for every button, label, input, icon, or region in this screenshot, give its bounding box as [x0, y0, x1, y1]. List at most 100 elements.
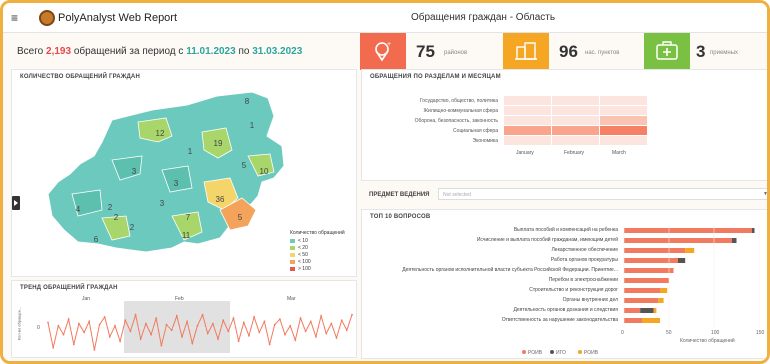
trend-point — [284, 333, 286, 336]
summary-date-to: 31.03.2023 — [252, 46, 303, 57]
trend-point — [237, 340, 240, 343]
kpi-settlements-label: нас. пунктов — [585, 50, 620, 56]
heatmap-cell[interactable] — [552, 126, 599, 135]
chevron-down-icon[interactable]: ▼ — [763, 191, 767, 197]
summary-middle: обращений за период с — [73, 46, 184, 57]
trend-point — [52, 346, 55, 349]
top10-item-label: Деятельность органов исполнительной влас… — [402, 267, 618, 273]
legend-swatch — [290, 252, 295, 257]
hamburger-menu-icon[interactable]: ≡ — [11, 12, 18, 24]
heatmap-cell[interactable] — [600, 106, 647, 115]
trend-point — [279, 318, 281, 321]
district-value-label: 3 — [160, 199, 165, 208]
heatmap-cell[interactable] — [552, 116, 599, 125]
trend-month-mar: Mar — [287, 296, 296, 302]
trend-point — [129, 330, 132, 333]
top10-bar-segment[interactable] — [678, 258, 686, 263]
trend-point — [206, 332, 209, 335]
trend-point — [145, 322, 147, 325]
district-value-label: 11 — [182, 231, 191, 240]
top10-x-tick: 50 — [666, 330, 672, 336]
top10-bar-segment[interactable] — [624, 288, 660, 293]
legend-label: < 50 — [298, 252, 308, 258]
trend-point — [98, 323, 101, 326]
heatmap-cell[interactable] — [600, 136, 647, 145]
heatmap-cell[interactable] — [600, 96, 647, 105]
trend-point — [83, 331, 85, 334]
top10-bar-segment[interactable] — [624, 298, 659, 303]
top10-bar-segment[interactable] — [624, 248, 686, 253]
top10-bar-segment[interactable] — [624, 308, 641, 313]
top10-bar-segment[interactable] — [751, 228, 755, 233]
trend-point — [222, 319, 225, 322]
trend-point — [212, 322, 214, 325]
map-legend-item: < 10 — [290, 238, 308, 244]
district-value-label: 1 — [188, 147, 193, 156]
expand-panel-tab[interactable] — [12, 196, 20, 210]
trend-point — [165, 323, 168, 326]
top10-bar-segment[interactable] — [624, 258, 678, 263]
heatmap-chart — [504, 96, 647, 145]
district-value-label: 3 — [174, 179, 179, 188]
legend-label: РОИВ — [584, 350, 599, 356]
legend-swatch — [290, 259, 295, 264]
heatmap-cell[interactable] — [552, 106, 599, 115]
top10-bar-segment[interactable] — [624, 278, 669, 283]
district-value-label: 19 — [214, 139, 223, 148]
trend-point — [114, 324, 116, 327]
location-plus-icon: + — [360, 33, 406, 70]
heatmap-cell[interactable] — [504, 96, 551, 105]
trend-point — [304, 330, 307, 333]
heatmap-cell[interactable] — [504, 116, 551, 125]
trend-point — [315, 335, 317, 338]
top10-item-label: Строительство и реконструкция дорог — [529, 287, 618, 293]
top10-bar-segment[interactable] — [658, 298, 664, 303]
trend-point — [47, 321, 49, 324]
top10-item-label: Лекарственное обеспечение — [551, 247, 618, 253]
top10-bar-segment[interactable] — [653, 308, 657, 313]
top10-bar-segment[interactable] — [640, 308, 654, 313]
trend-point — [232, 317, 235, 319]
trend-point — [263, 320, 266, 323]
kpi-districts: + 75 районов — [360, 33, 500, 70]
heatmap-cell[interactable] — [552, 136, 599, 145]
heatmap-cell[interactable] — [504, 126, 551, 135]
map-legend-item: < 50 — [290, 252, 308, 258]
trend-point — [181, 335, 183, 338]
heatmap-cell[interactable] — [552, 96, 599, 105]
heatmap-cell[interactable] — [504, 136, 551, 145]
district-value-label: 36 — [216, 195, 225, 204]
app-logo — [39, 10, 55, 26]
district-value-label: 5 — [238, 213, 243, 222]
kpi-districts-value: 75 — [416, 42, 435, 61]
map-legend-item: > 100 — [290, 266, 311, 272]
heatmap-panel: ОБРАЩЕНИЯ ПО РАЗДЕЛАМ И МЕСЯЦАМ Государс… — [361, 69, 767, 181]
trend-y-axis-label: Кол-во обращен... — [16, 306, 22, 341]
trend-y-tick: 0 — [37, 325, 40, 331]
top10-bar-segment[interactable] — [642, 318, 660, 323]
top10-bar-segment[interactable] — [732, 238, 737, 243]
trend-month-feb: Feb — [175, 296, 184, 302]
trend-point — [134, 313, 137, 316]
trend-point — [119, 340, 121, 343]
legend-swatch — [290, 238, 295, 243]
top10-bar-segment[interactable] — [624, 228, 752, 233]
trend-point — [253, 316, 256, 318]
filter-label: ПРЕДМЕТ ВЕДЕНИЯ — [369, 192, 430, 198]
trend-point — [108, 335, 111, 338]
trend-point — [186, 320, 189, 323]
subject-filter-select[interactable]: Not selected ▼ — [438, 188, 767, 200]
top10-bar-segment[interactable] — [660, 288, 668, 293]
kpi-offices: 3 приемных — [644, 33, 767, 70]
legend-label: < 20 — [298, 245, 308, 251]
heatmap-month-label: January — [516, 150, 534, 156]
heatmap-cell[interactable] — [504, 106, 551, 115]
trend-point — [62, 333, 65, 336]
top10-bar-segment[interactable] — [685, 248, 695, 253]
top10-bar-segment[interactable] — [624, 268, 674, 273]
heatmap-cell[interactable] — [600, 126, 647, 135]
top10-bar-segment[interactable] — [624, 318, 642, 323]
map-panel: КОЛИЧЕСТВО ОБРАЩЕНИЙ ГРАЖДАН 8 1 12 19 5 1 10 3… — [11, 69, 357, 277]
top10-bar-segment[interactable] — [624, 238, 732, 243]
heatmap-cell[interactable] — [600, 116, 647, 125]
